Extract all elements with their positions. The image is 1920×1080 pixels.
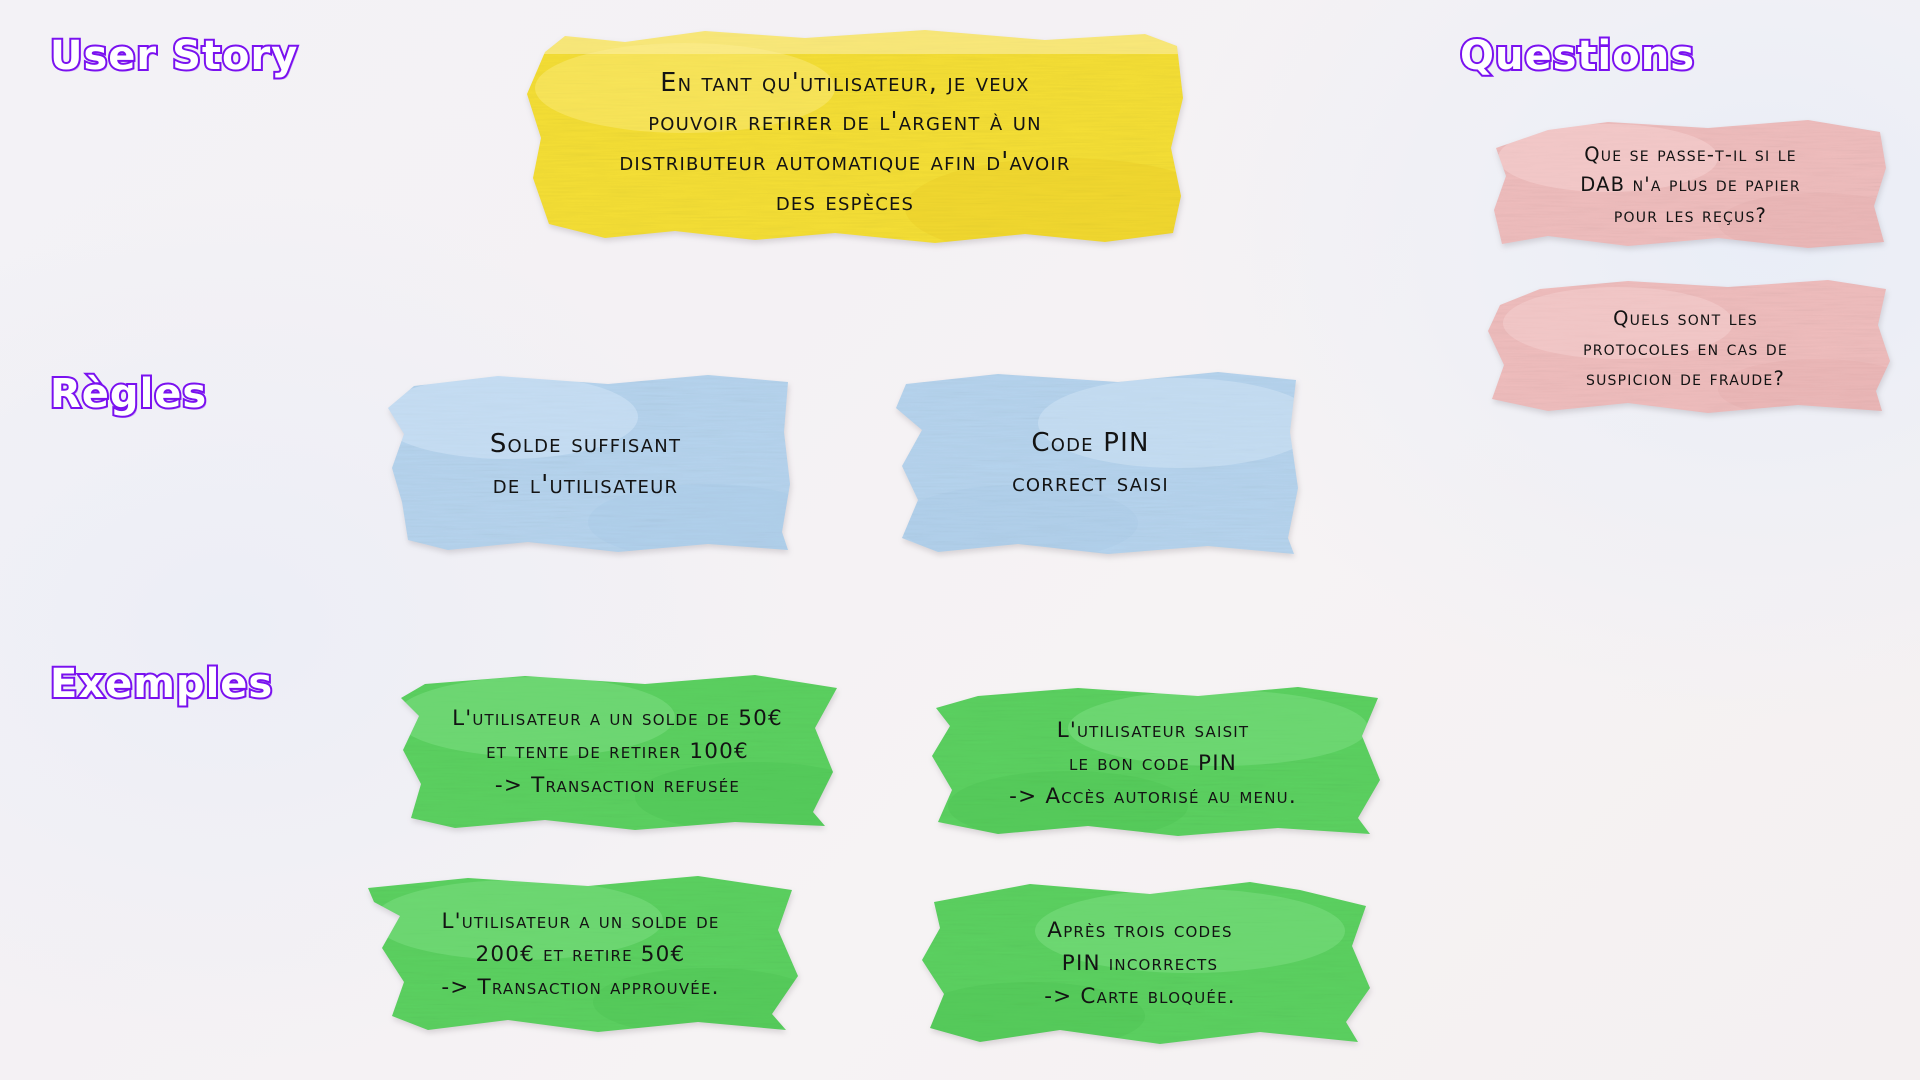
sticky-note-text: L'utilisateur saisit le bon code PIN -> … — [1009, 717, 1297, 810]
sticky-note-question-1[interactable]: Que se passe-t-il si le DAB n'a plus de … — [1488, 118, 1893, 253]
sticky-note-example-4[interactable]: Après trois codes PIN incorrects -> Cart… — [900, 876, 1380, 1051]
sticky-note-text: Que se passe-t-il si le DAB n'a plus de … — [1580, 143, 1801, 227]
sticky-note-example-1[interactable]: L'utilisateur a un solde de 50€ et tente… — [385, 672, 850, 832]
section-heading-regles: Règles — [48, 369, 208, 419]
sticky-note-text: Solde suffisant de l'utilisateur — [489, 429, 682, 500]
sticky-note-text: L'utilisateur a un solde de 200€ et reti… — [441, 908, 720, 1001]
sticky-note-text: L'utilisateur a un solde de 50€ et tente… — [452, 706, 783, 798]
sticky-note-text: En tant qu'utilisateur, je veux pouvoir … — [619, 67, 1071, 217]
sticky-note-question-2[interactable]: Quels sont les protocoles en cas de susp… — [1478, 279, 1893, 419]
sticky-note-user-story[interactable]: En tant qu'utilisateur, je veux pouvoir … — [505, 28, 1185, 258]
sticky-note-text: Code PIN correct saisi — [1012, 427, 1169, 498]
sticky-note-example-3[interactable]: L'utilisateur a un solde de 200€ et reti… — [348, 872, 813, 1037]
sticky-note-text: Quels sont les protocoles en cas de susp… — [1583, 306, 1788, 391]
section-heading-exemples: Exemples — [48, 659, 274, 709]
sticky-note-rule-2[interactable]: Code PIN correct saisi — [878, 368, 1303, 558]
section-heading-questions: Questions — [1458, 31, 1696, 81]
sticky-note-text: Après trois codes PIN incorrects -> Cart… — [1044, 917, 1236, 1010]
section-heading-user-story: User Story — [48, 31, 299, 81]
sticky-note-rule-1[interactable]: Solde suffisant de l'utilisateur — [378, 372, 793, 557]
whiteboard-canvas: User Story Règles Exemples Questions En … — [0, 0, 1920, 1080]
sticky-note-example-2[interactable]: L'utilisateur saisit le bon code PIN -> … — [918, 686, 1388, 841]
